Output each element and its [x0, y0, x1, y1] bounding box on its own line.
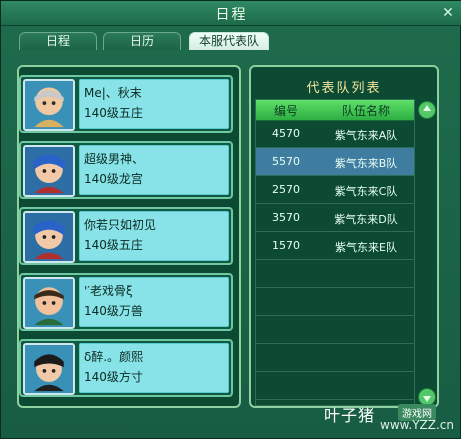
title-bar: 日程 ✕ [1, 1, 461, 26]
avatar-portrait [25, 213, 73, 261]
cell-id: 2570 [272, 183, 300, 196]
tab-calendar[interactable]: 日历 [103, 32, 181, 50]
member-info: 你若只如初见 140级五庄 [79, 211, 229, 261]
watermark-logo: 叶子猪 [324, 406, 376, 425]
tab-server-team[interactable]: 本服代表队 [189, 32, 269, 50]
table-row[interactable]: 1570 紫气东来E队 [256, 232, 414, 260]
member-level: 140级龙宫 [84, 172, 143, 186]
member-name: '′老戏骨ξ [84, 284, 133, 298]
cell-id: 4570 [272, 127, 300, 140]
avatar [23, 277, 75, 329]
avatar [23, 211, 75, 263]
table-row-empty [256, 316, 414, 344]
member-info: '′老戏骨ξ 140级万兽 [79, 277, 229, 327]
member-level: 140级五庄 [84, 106, 143, 120]
cell-team-name: 紫气东来E队 [335, 241, 397, 254]
cell-id: 3570 [272, 211, 300, 224]
tab-schedule[interactable]: 日程 [19, 32, 97, 50]
member-info: 超级男神、 140级龙宫 [79, 145, 229, 195]
cell-team-name: 紫气东来D队 [334, 213, 398, 226]
team-list-panel: 代表队列表 编号 队伍名称 4570 紫气东来A队 5570 紫气东来B队 25… [249, 65, 439, 408]
scroll-up-icon[interactable] [418, 101, 436, 119]
member-info: Me|、秋末 140级五庄 [79, 79, 229, 129]
member-name: δ醉.。颜熙 [84, 350, 144, 364]
member-card[interactable]: '′老戏骨ξ 140级万兽 [19, 273, 233, 331]
avatar-portrait [25, 147, 73, 195]
column-header-team-name: 队伍名称 [341, 104, 390, 118]
table-row[interactable]: 2570 紫气东来C队 [256, 176, 414, 204]
table-row[interactable]: 4570 紫气东来A队 [256, 120, 414, 148]
table-row-empty [256, 260, 414, 288]
member-card[interactable]: Me|、秋末 140级五庄 [19, 75, 233, 133]
team-list-title: 代表队列表 [306, 81, 382, 96]
column-header-id: 编号 [273, 104, 298, 118]
member-level: 140级万兽 [84, 304, 143, 318]
avatar-portrait [25, 345, 73, 393]
cell-id: 1570 [272, 239, 300, 252]
table-header: 编号 队伍名称 [256, 100, 414, 121]
table-row-empty [256, 344, 414, 372]
avatar-portrait [25, 81, 73, 129]
schedule-window: 日程 ✕ 日程 日历 本服代表队 Me|、秋末 140级五庄 超级男神、 140… [0, 0, 461, 439]
member-name: 你若只如初见 [84, 218, 157, 232]
window-title: 日程 [215, 7, 248, 23]
avatar [23, 145, 75, 197]
member-name: 超级男神、 [84, 152, 145, 166]
table-row-selected[interactable]: 5570 紫气东来B队 [256, 148, 414, 176]
scrollbar[interactable] [417, 99, 436, 406]
watermark-url: www.YZZ.cn [380, 418, 454, 432]
member-card[interactable]: 超级男神、 140级龙宫 [19, 141, 233, 199]
table-row-empty [256, 288, 414, 316]
avatar [23, 79, 75, 131]
member-info: δ醉.。颜熙 140级方寸 [79, 343, 229, 393]
table-row[interactable]: 3570 紫气东来D队 [256, 204, 414, 232]
avatar [23, 343, 75, 395]
team-table: 编号 队伍名称 4570 紫气东来A队 5570 紫气东来B队 2570 紫气东… [255, 99, 415, 406]
cell-team-name: 紫气东来B队 [334, 157, 398, 170]
cell-id: 5570 [272, 155, 300, 168]
table-row-empty [256, 372, 414, 400]
close-icon[interactable]: ✕ [440, 5, 456, 21]
member-name: Me|、秋末 [84, 86, 142, 100]
member-card[interactable]: δ醉.。颜熙 140级方寸 [19, 339, 233, 397]
member-level: 140级方寸 [84, 370, 143, 384]
avatar-portrait [25, 279, 73, 327]
cell-team-name: 紫气东来C队 [334, 185, 398, 198]
cell-team-name: 紫气东来A队 [334, 129, 398, 142]
member-level: 140级五庄 [84, 238, 143, 252]
member-card[interactable]: 你若只如初见 140级五庄 [19, 207, 233, 265]
